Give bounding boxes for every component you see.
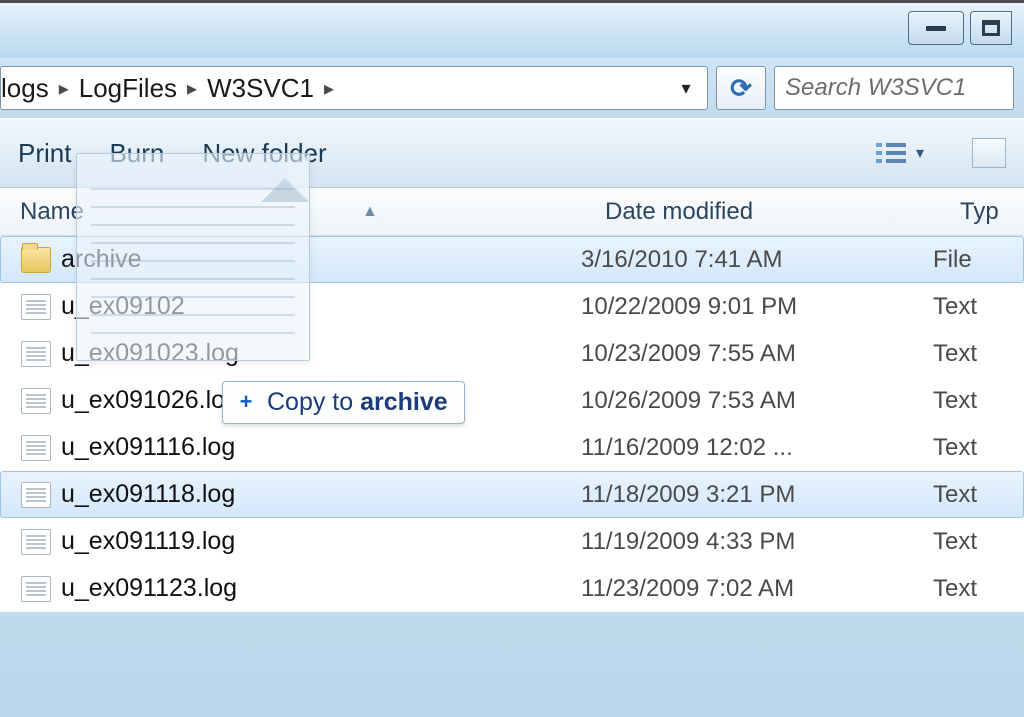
file-row[interactable]: u_ex091023.log 10/23/2009 7:55 AMText <box>0 330 1024 377</box>
item-type: Text <box>933 481 1023 509</box>
file-list: archive 3/16/2010 7:41 AMFile u_ex09102 10/… <box>0 236 1024 612</box>
item-date: 11/18/2009 3:21 PM <box>581 481 933 509</box>
chevron-down-icon: ▾ <box>916 143 924 163</box>
file-icon <box>21 435 51 461</box>
item-type: Text <box>933 528 1023 556</box>
item-name: u_ex091023.log <box>61 339 239 368</box>
file-row[interactable]: u_ex091026.log 10/26/2009 7:53 AMText <box>0 377 1024 424</box>
item-name: u_ex09102 <box>61 292 185 321</box>
item-date: 10/22/2009 9:01 PM <box>581 293 933 321</box>
drag-tooltip-target: archive <box>360 388 448 416</box>
minimize-button[interactable] <box>908 11 964 45</box>
search-placeholder: Search W3SVC1 <box>785 74 966 102</box>
item-name: u_ex091123.log <box>61 574 237 603</box>
item-type: File <box>933 246 1023 274</box>
breadcrumb-sep-icon[interactable]: ▸ <box>57 76 71 101</box>
item-date: 3/16/2010 7:41 AM <box>581 246 933 274</box>
file-icon <box>21 388 51 414</box>
column-header-label: Name <box>20 198 84 226</box>
file-row[interactable]: u_ex09102 10/22/2009 9:01 PMText <box>0 283 1024 330</box>
file-row[interactable]: u_ex091116.log 11/16/2009 12:02 ...Text <box>0 424 1024 471</box>
item-type: Text <box>933 293 1023 321</box>
file-row[interactable]: u_ex091119.log 11/19/2009 4:33 PMText <box>0 518 1024 565</box>
column-header-name[interactable]: Name ▲ <box>0 198 595 226</box>
item-date: 11/23/2009 7:02 AM <box>581 575 933 603</box>
item-name: u_ex091119.log <box>61 527 235 556</box>
explorer-window: logs ▸ LogFiles ▸ W3SVC1 ▸ ▾ ⟳ Search W3… <box>0 0 1024 717</box>
details-view-icon <box>876 143 906 163</box>
search-input[interactable]: Search W3SVC1 <box>774 66 1014 110</box>
file-icon <box>21 294 51 320</box>
copy-plus-icon: + <box>235 392 257 414</box>
file-icon <box>21 482 51 508</box>
item-date: 11/19/2009 4:33 PM <box>581 528 933 556</box>
file-row[interactable]: u_ex091118.log 11/18/2009 3:21 PMText <box>0 471 1024 518</box>
item-type: Text <box>933 434 1023 462</box>
item-date: 10/23/2009 7:55 AM <box>581 340 933 368</box>
refresh-icon: ⟳ <box>730 73 752 104</box>
item-type: Text <box>933 575 1023 603</box>
sort-ascending-icon: ▲ <box>362 203 378 221</box>
print-button[interactable]: Print <box>18 138 71 169</box>
breadcrumb-segment[interactable]: LogFiles <box>71 73 185 104</box>
column-header-type[interactable]: Typ <box>950 198 1024 226</box>
item-date: 11/16/2009 12:02 ... <box>581 434 933 462</box>
preview-pane-button[interactable] <box>972 138 1006 168</box>
breadcrumb-segment[interactable]: W3SVC1 <box>199 73 322 104</box>
drag-tooltip-prefix: Copy to <box>267 388 360 416</box>
new-folder-button[interactable]: New folder <box>202 138 326 169</box>
address-dropdown-icon[interactable]: ▾ <box>671 78 701 99</box>
item-name: u_ex091118.log <box>61 480 235 509</box>
folder-icon <box>21 247 51 273</box>
item-type: Text <box>933 340 1023 368</box>
maximize-button[interactable] <box>970 11 1012 45</box>
command-bar: Print Burn New folder ▾ <box>0 118 1024 188</box>
breadcrumb-sep-icon[interactable]: ▸ <box>185 76 199 101</box>
item-name: u_ex091116.log <box>61 433 235 462</box>
item-name: archive <box>61 245 142 274</box>
file-icon <box>21 529 51 555</box>
drag-tooltip: + Copy to archive <box>222 381 465 424</box>
address-bar[interactable]: logs ▸ LogFiles ▸ W3SVC1 ▸ ▾ <box>0 66 708 110</box>
file-icon <box>21 576 51 602</box>
file-icon <box>21 341 51 367</box>
file-row[interactable]: u_ex091123.log 11/23/2009 7:02 AMText <box>0 565 1024 612</box>
title-bar <box>0 3 1024 58</box>
folder-row[interactable]: archive 3/16/2010 7:41 AMFile <box>0 236 1024 283</box>
column-header-date[interactable]: Date modified <box>595 198 950 226</box>
column-headers: Name ▲ Date modified Typ <box>0 188 1024 236</box>
item-type: Text <box>933 387 1023 415</box>
view-options-button[interactable]: ▾ <box>866 139 934 167</box>
burn-button[interactable]: Burn <box>109 138 164 169</box>
breadcrumb-segment[interactable]: logs <box>1 73 57 104</box>
item-name: u_ex091026.log <box>61 386 239 415</box>
breadcrumb-sep-icon[interactable]: ▸ <box>322 76 336 101</box>
item-date: 10/26/2009 7:53 AM <box>581 387 933 415</box>
refresh-button[interactable]: ⟳ <box>716 66 766 110</box>
address-bar-row: logs ▸ LogFiles ▸ W3SVC1 ▸ ▾ ⟳ Search W3… <box>0 58 1024 118</box>
